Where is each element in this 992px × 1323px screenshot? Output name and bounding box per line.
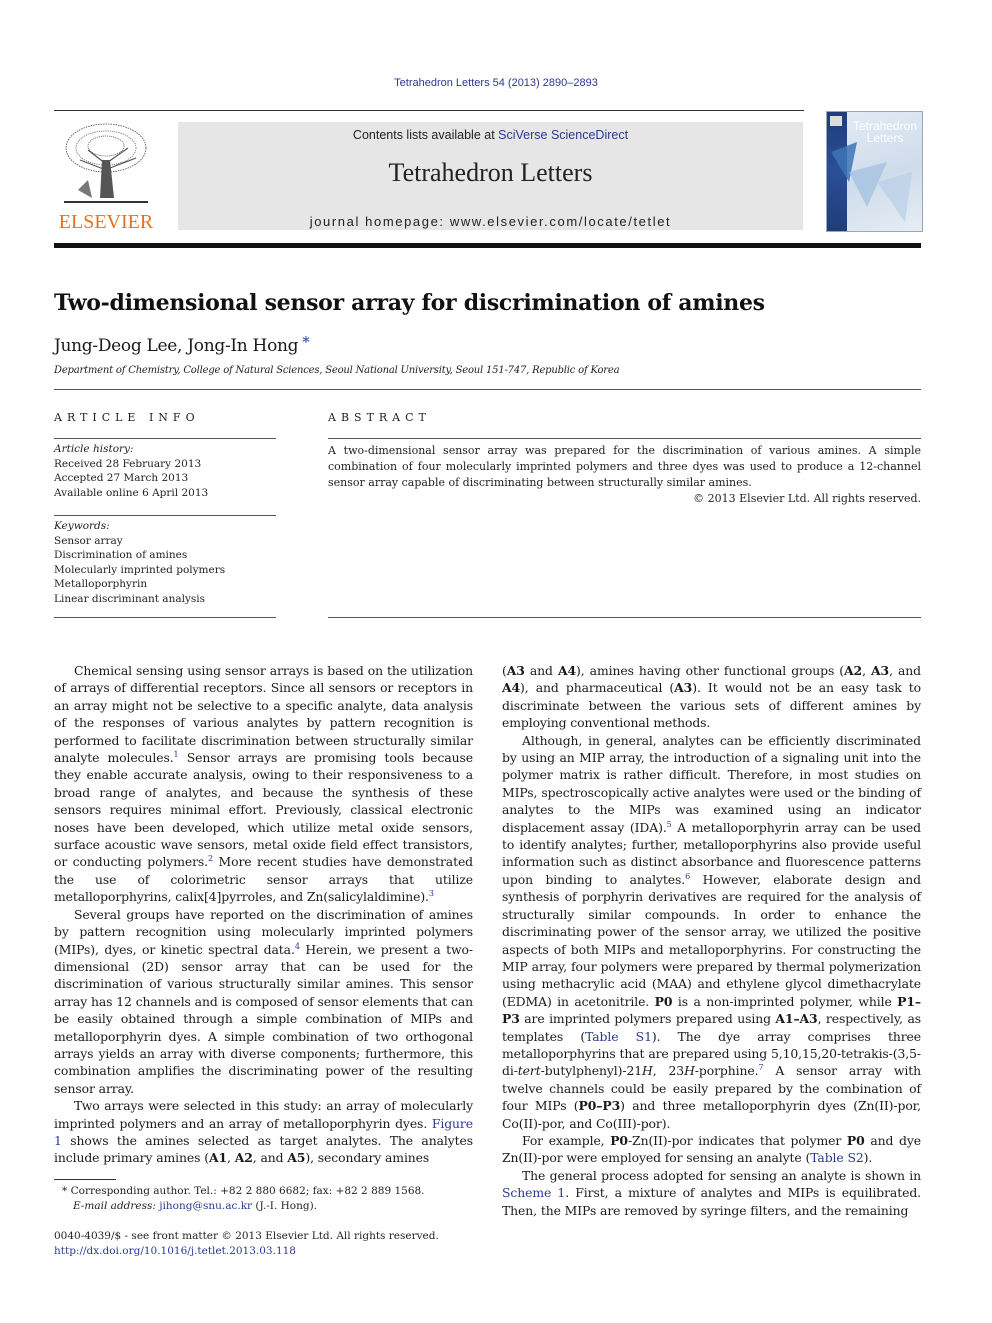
doi-link[interactable]: http://dx.doi.org/10.1016/j.tetlet.2013.… xyxy=(54,1244,484,1259)
history-rule xyxy=(54,515,276,516)
citation-link[interactable]: 3 xyxy=(429,889,434,898)
paragraph: Two arrays were selected in this study: … xyxy=(54,1098,473,1166)
author-names: Jung-Deog Lee, Jong-In Hong xyxy=(54,336,299,356)
affiliation: Department of Chemistry, College of Natu… xyxy=(54,365,620,376)
paragraph: Chemical sensing using sensor arrays is … xyxy=(54,663,474,905)
paragraph: Although, in general, analytes can be ef… xyxy=(502,732,922,1131)
history-received: Received 28 February 2013 xyxy=(54,457,202,470)
corresponding-author-note: * Corresponding author. Tel.: +82 2 880 … xyxy=(62,1185,425,1197)
keyword-item: Sensor array xyxy=(54,534,123,547)
journal-title: Tetrahedron Letters xyxy=(388,158,593,187)
elsevier-logo[interactable]: ELSEVIER xyxy=(54,118,158,234)
table-link[interactable]: Table S1 xyxy=(585,1029,652,1044)
keyword-item: Discrimination of amines xyxy=(54,549,188,561)
abstract-copyright: © 2013 Elsevier Ltd. All rights reserved… xyxy=(693,492,921,505)
keyword-item: Molecularly imprinted polymers xyxy=(54,563,226,576)
journal-cover[interactable]: Tetrahedron Letters xyxy=(826,111,923,232)
paragraph: For example, P0-Zn(II)-por indicates tha… xyxy=(502,1132,921,1166)
keywords-label: Keywords: xyxy=(54,520,110,532)
journal-homepage[interactable]: journal homepage: www.elsevier.com/locat… xyxy=(178,214,803,229)
article-title: Two-dimensional sensor array for discrim… xyxy=(54,290,765,316)
footnote-rule xyxy=(54,1179,116,1180)
scheme-link[interactable]: Scheme 1 xyxy=(502,1185,565,1200)
abstract: A two-dimensional sensor array was prepa… xyxy=(328,443,921,507)
front-matter: 0040-4039/$ - see front matter © 2013 El… xyxy=(54,1229,484,1259)
cover-title-line2: Letters xyxy=(866,131,904,145)
footnotes: * Corresponding author. Tel.: +82 2 880 … xyxy=(54,1184,484,1214)
paragraph: (A3 and A4), amines having other functio… xyxy=(502,663,922,731)
body-left-column: Chemical sensing using sensor arrays is … xyxy=(54,662,473,1167)
keyword-item: Linear discriminant analysis xyxy=(54,592,206,605)
paragraph: Several groups have reported on the disc… xyxy=(54,906,473,1096)
header-rule xyxy=(54,110,804,111)
email-link[interactable]: jihong@snu.ac.kr xyxy=(159,1200,252,1212)
abstract-text: A two-dimensional sensor array was prepa… xyxy=(328,444,921,489)
article-history: Article history: Received 28 February 20… xyxy=(54,442,276,500)
contents-line: Contents lists available at SciVerse Sci… xyxy=(178,128,803,142)
history-accepted: Accepted 27 March 2013 xyxy=(54,472,189,484)
history-online: Available online 6 April 2013 xyxy=(54,486,209,499)
header-thick-rule xyxy=(54,243,921,248)
article-info-heading: ARTICLE INFO xyxy=(54,411,200,424)
paragraph: The general process adopted for sensing … xyxy=(502,1167,921,1218)
elsevier-tree-icon xyxy=(58,120,154,206)
abstract-heading: ABSTRACT xyxy=(328,411,431,424)
keywords-rule xyxy=(54,617,276,618)
body-right-column: (A3 and A4), amines having other functio… xyxy=(502,662,921,1219)
article-info-rule xyxy=(54,438,276,439)
email-note: E-mail address: jihong@snu.ac.kr (J.-I. … xyxy=(73,1200,318,1212)
keywords: Keywords: Sensor array Discrimination of… xyxy=(54,519,276,606)
corresponding-author-mark[interactable]: * xyxy=(302,333,310,351)
elsevier-wordmark: ELSEVIER xyxy=(58,211,154,233)
journal-reference[interactable]: Tetrahedron Letters 54 (2013) 2890–2893 xyxy=(0,77,992,89)
contents-prefix: Contents lists available at xyxy=(352,128,499,142)
history-label: Article history: xyxy=(54,443,134,455)
authors: Jung-Deog Lee, Jong-In Hong * xyxy=(54,333,310,356)
table-link[interactable]: Table S2 xyxy=(810,1150,864,1165)
cover-title: Tetrahedron Letters xyxy=(849,120,921,144)
front-matter-text: 0040-4039/$ - see front matter © 2013 El… xyxy=(54,1230,439,1242)
title-rule xyxy=(54,389,921,390)
keyword-item: Metalloporphyrin xyxy=(54,578,148,590)
sciencedirect-link[interactable]: SciVerse ScienceDirect xyxy=(498,128,628,142)
abstract-bottom-rule xyxy=(328,617,921,618)
journal-banner: Contents lists available at SciVerse Sci… xyxy=(178,122,803,230)
abstract-rule xyxy=(328,438,921,439)
